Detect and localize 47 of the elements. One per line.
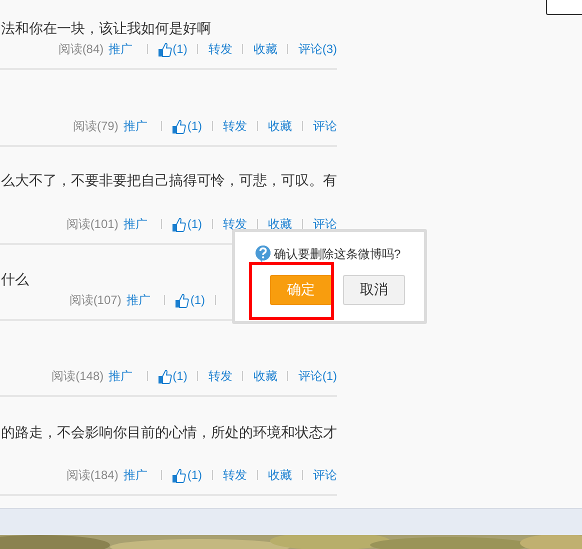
comment-link[interactable]: 评论 [313, 216, 337, 232]
thumbs-up-icon[interactable] [172, 468, 186, 482]
promote-link[interactable]: 推广 [123, 216, 148, 232]
post-text: 的路走，不会影响你目前的心情，所处的环境和状态才 [1, 423, 337, 441]
comment-link[interactable]: 评论(1) [298, 368, 337, 384]
comment-link[interactable]: 评论(3) [298, 40, 337, 58]
post-text: 什么 [1, 270, 30, 288]
promote-link[interactable]: 推广 [123, 118, 148, 134]
post-text: 么大不了，不要非要把自己搞得可怜，可悲，可叹。有 [1, 171, 337, 189]
thumbs-up-icon[interactable] [175, 292, 190, 308]
forward-link[interactable]: 转发 [223, 466, 247, 484]
promote-link[interactable]: 推广 [108, 368, 133, 384]
comment-link[interactable]: 评论 [313, 466, 337, 484]
forward-link[interactable]: 转发 [208, 40, 232, 58]
question-icon [255, 245, 271, 264]
promote-link[interactable]: 推广 [126, 292, 150, 308]
like-count[interactable]: (1) [172, 42, 188, 56]
favorite-link[interactable]: 收藏 [268, 466, 292, 484]
cancel-button[interactable]: 取消 [343, 275, 405, 305]
confirm-message: 确认要删除这条微博吗? [274, 246, 401, 263]
favorite-link[interactable]: 收藏 [253, 40, 278, 58]
read-count: 阅读(107) [69, 292, 122, 308]
favorite-link[interactable]: 收藏 [268, 216, 292, 232]
thumbs-up-icon[interactable] [158, 368, 172, 384]
thumbs-up-icon[interactable] [158, 42, 172, 56]
like-count[interactable]: (1) [187, 468, 202, 482]
like-count[interactable]: (1) [187, 119, 202, 133]
thumbs-up-icon[interactable] [172, 216, 186, 232]
like-count[interactable]: (1) [172, 369, 188, 383]
read-count: 阅读(79) [72, 118, 118, 134]
post-text: 法和你在一块，该让我如何是好啊 [1, 19, 212, 37]
read-count: 阅读(184) [66, 466, 118, 484]
forward-link[interactable]: 转发 [223, 216, 247, 232]
promote-link[interactable]: 推广 [108, 40, 133, 58]
forward-link[interactable]: 转发 [208, 368, 232, 384]
read-count: 阅读(84) [58, 40, 104, 58]
favorite-link[interactable]: 收藏 [253, 368, 278, 384]
like-count[interactable]: (1) [190, 293, 205, 307]
like-count[interactable]: (1) [187, 217, 202, 231]
comment-link[interactable]: 评论 [313, 118, 337, 134]
read-count: 阅读(148) [52, 368, 104, 384]
thumbs-up-icon[interactable] [172, 118, 186, 134]
confirm-button[interactable]: 确定 [270, 275, 332, 305]
forward-link[interactable]: 转发 [223, 118, 247, 134]
favorite-link[interactable]: 收藏 [268, 118, 292, 134]
promote-link[interactable]: 推广 [123, 466, 148, 484]
read-count: 阅读(101) [66, 216, 118, 232]
